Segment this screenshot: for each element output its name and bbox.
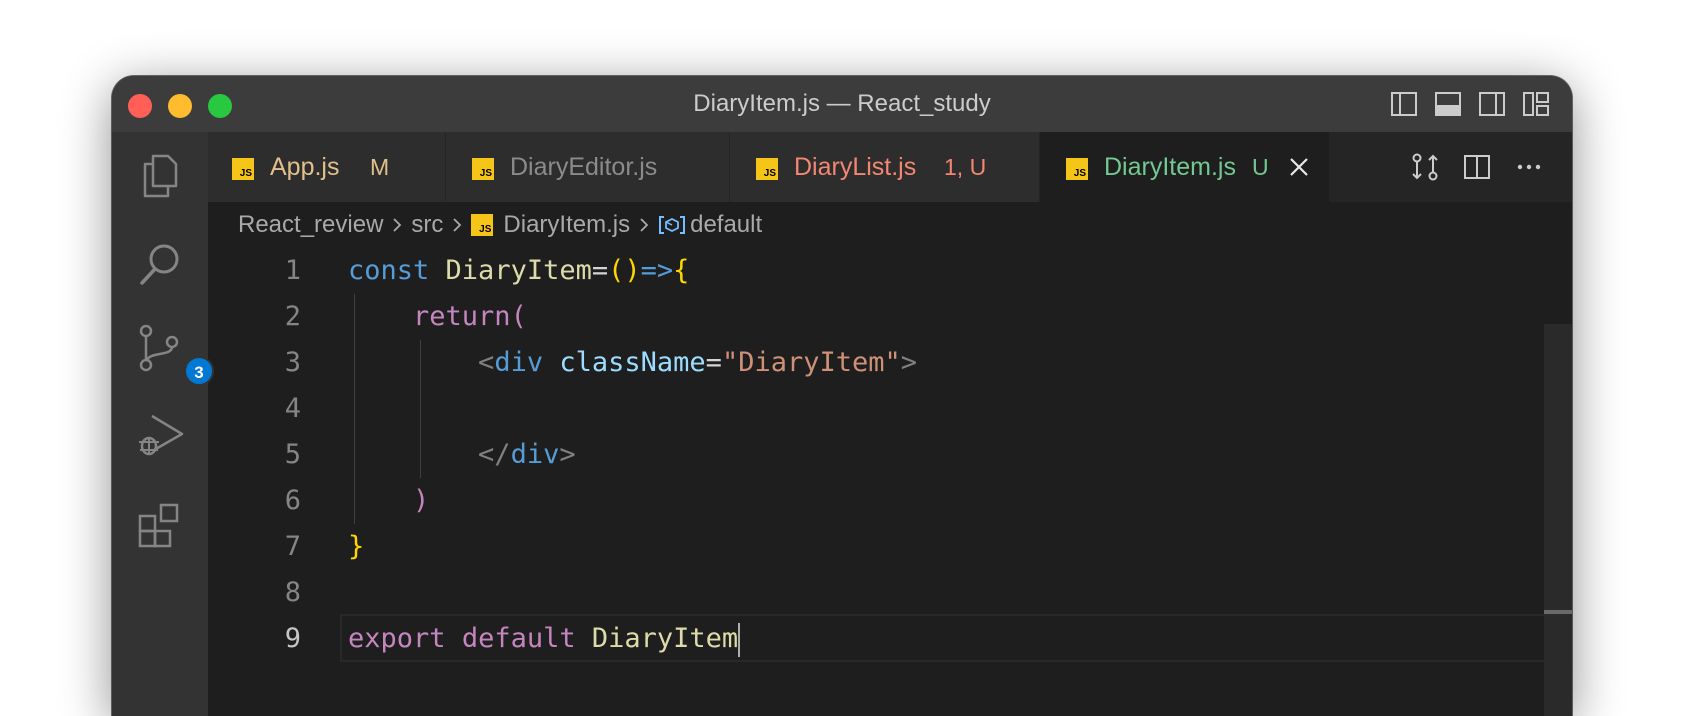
code-text: const DiaryItem=()=>{ bbox=[348, 255, 690, 286]
vscode-window: DiaryItem.js — React_study 3 JS App.js M… bbox=[112, 76, 1572, 716]
line-number: 3 bbox=[284, 347, 301, 378]
code-line: 3 <div className="DiaryItem"> bbox=[208, 340, 1508, 386]
breadcrumb: React_review src JS DiaryItem.js default bbox=[238, 202, 762, 248]
activity-bar: 3 bbox=[112, 132, 214, 716]
js-file-icon: JS bbox=[472, 158, 494, 180]
js-file-icon: JS bbox=[1066, 158, 1088, 180]
toggle-primary-sidebar-icon[interactable] bbox=[1390, 90, 1418, 118]
tab-status-mark: U bbox=[1252, 154, 1269, 180]
tab-app-js[interactable]: JS App.js M bbox=[208, 132, 446, 202]
line-number: 5 bbox=[284, 439, 301, 470]
editor-actions bbox=[1410, 152, 1544, 182]
code-line: 1 const DiaryItem=()=>{ bbox=[208, 248, 1508, 294]
chevron-right-icon bbox=[640, 218, 649, 232]
toggle-panel-icon[interactable] bbox=[1434, 90, 1462, 118]
split-editor-icon[interactable] bbox=[1462, 152, 1492, 182]
breadcrumb-folder[interactable]: React_review bbox=[238, 211, 383, 239]
symbol-variable-icon bbox=[659, 216, 686, 234]
chevron-right-icon bbox=[393, 218, 402, 232]
code-text: export default DiaryItem bbox=[348, 616, 741, 662]
source-control-button[interactable]: 3 bbox=[136, 324, 214, 386]
tab-label: App.js bbox=[270, 153, 340, 181]
js-file-icon: JS bbox=[756, 158, 778, 180]
tab-status-mark: 1, U bbox=[944, 154, 987, 180]
search-button[interactable] bbox=[136, 240, 184, 288]
layout-controls bbox=[1390, 90, 1550, 118]
open-changes-icon[interactable] bbox=[1410, 152, 1440, 182]
explorer-button[interactable] bbox=[136, 152, 184, 200]
files-icon bbox=[143, 154, 178, 198]
tab-label: DiaryList.js bbox=[794, 153, 917, 181]
line-number: 1 bbox=[284, 255, 301, 286]
breadcrumb-file[interactable]: DiaryItem.js bbox=[503, 211, 630, 239]
customize-layout-icon[interactable] bbox=[1522, 90, 1550, 118]
tab-label: DiaryEditor.js bbox=[510, 153, 658, 181]
window-title: DiaryItem.js — React_study bbox=[693, 90, 991, 117]
line-number: 2 bbox=[284, 301, 301, 332]
code-line-current: 9 export default DiaryItem bbox=[208, 614, 1566, 662]
breadcrumb-symbol[interactable]: default bbox=[690, 211, 762, 239]
line-number: 9 bbox=[284, 623, 301, 654]
scrollbar-cursor-marker bbox=[1544, 610, 1572, 614]
run-debug-icon bbox=[139, 414, 184, 456]
search-icon bbox=[140, 244, 179, 285]
tab-label: DiaryItem.js bbox=[1104, 153, 1236, 181]
toggle-secondary-sidebar-icon[interactable] bbox=[1478, 90, 1506, 118]
tab-diary-list-js[interactable]: JS DiaryList.js 1, U bbox=[730, 132, 1040, 202]
code-text: </div> bbox=[478, 439, 576, 470]
code-line: 2 return( bbox=[208, 294, 1508, 340]
line-number: 6 bbox=[284, 485, 301, 516]
line-number: 4 bbox=[284, 393, 301, 424]
run-debug-button[interactable] bbox=[136, 410, 184, 458]
title-bar: DiaryItem.js — React_study bbox=[112, 76, 1572, 132]
line-number: 8 bbox=[284, 577, 301, 608]
breadcrumb-subfolder[interactable]: src bbox=[411, 211, 443, 239]
extensions-icon bbox=[138, 503, 179, 548]
more-actions-icon[interactable] bbox=[1514, 152, 1544, 182]
code-text: } bbox=[348, 531, 365, 562]
code-editor[interactable]: 1 const DiaryItem=()=>{ 2 return( 3 <div… bbox=[208, 248, 1572, 716]
code-line: 6 ) bbox=[208, 478, 1508, 524]
tab-diary-editor-js[interactable]: JS DiaryEditor.js bbox=[446, 132, 730, 202]
code-line: 4 bbox=[208, 386, 1508, 432]
extensions-button[interactable] bbox=[136, 502, 184, 550]
close-tab-icon[interactable] bbox=[1284, 152, 1314, 182]
code-line: 8 bbox=[208, 570, 1508, 616]
code-text: <div className="DiaryItem"> bbox=[478, 347, 918, 378]
vertical-scrollbar[interactable] bbox=[1544, 324, 1572, 716]
js-file-icon: JS bbox=[471, 214, 494, 236]
source-control-icon bbox=[139, 324, 179, 372]
tab-status-mark: M bbox=[370, 154, 390, 180]
code-line: 5 </div> bbox=[208, 432, 1508, 478]
code-text: return( bbox=[413, 301, 527, 332]
code-text: ) bbox=[413, 485, 430, 516]
tab-diary-item-js[interactable]: JS DiaryItem.js U bbox=[1040, 132, 1330, 202]
text-cursor bbox=[738, 622, 741, 657]
chevron-right-icon bbox=[453, 218, 462, 232]
editor-tab-bar: JS App.js M JS DiaryEditor.js JS DiaryLi… bbox=[208, 132, 1572, 202]
line-number: 7 bbox=[284, 531, 301, 562]
js-file-icon: JS bbox=[232, 158, 254, 180]
code-line: 7 } bbox=[208, 524, 1508, 570]
